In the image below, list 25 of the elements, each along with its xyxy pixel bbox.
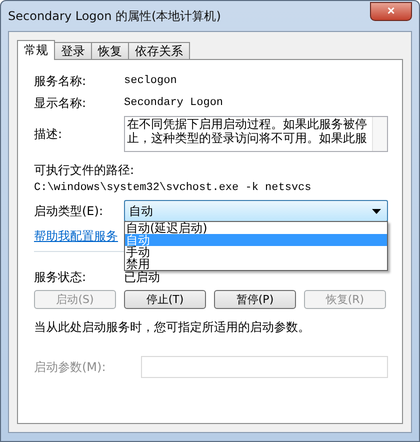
field-value: seclogon <box>124 75 177 87</box>
service-button[interactable]: 停止(T) <box>124 290 206 309</box>
status-value: 已启动 <box>124 270 160 286</box>
help-link[interactable]: 帮助我配置服务 <box>34 229 118 243</box>
field-value: Secondary Logon <box>124 97 224 109</box>
tab[interactable]: 依存关系 <box>128 42 190 60</box>
window-title: Secondary Logon 的属性(本地计算机) <box>8 8 221 24</box>
field-label: 服务名称: <box>34 72 88 90</box>
path-label: 可执行文件的路径: <box>34 163 134 177</box>
path-value: C:\windows\system32\svchost.exe -k netsvcs <box>34 182 312 194</box>
service-button[interactable]: 暂停(P) <box>214 290 296 309</box>
tab[interactable]: 恢复 <box>91 42 129 60</box>
hint-text: 当从此处启动服务时，您可指定所适用的启动参数。 <box>34 319 311 336</box>
caret-icon <box>372 208 381 214</box>
tab[interactable]: 常规 <box>17 40 55 60</box>
dropdown-option[interactable]: 禁用 <box>125 258 387 270</box>
field-label: 启动参数(M): <box>34 358 107 376</box>
tab[interactable]: 登录 <box>54 42 92 60</box>
field-label: 启动类型(E): <box>34 202 104 220</box>
description-box[interactable]: 在不同凭据下启用启动过程。如果此服务被停止，这种类型的登录访问将不可用。如果此服 <box>124 116 388 152</box>
field-label: 服务状态: <box>34 269 88 286</box>
field-label: 描述: <box>34 126 64 142</box>
field-label: 显示名称: <box>34 94 88 112</box>
dropdown-option[interactable]: 手动 <box>125 246 387 258</box>
dropdown-option[interactable]: 自动(延迟启动) <box>125 222 387 234</box>
